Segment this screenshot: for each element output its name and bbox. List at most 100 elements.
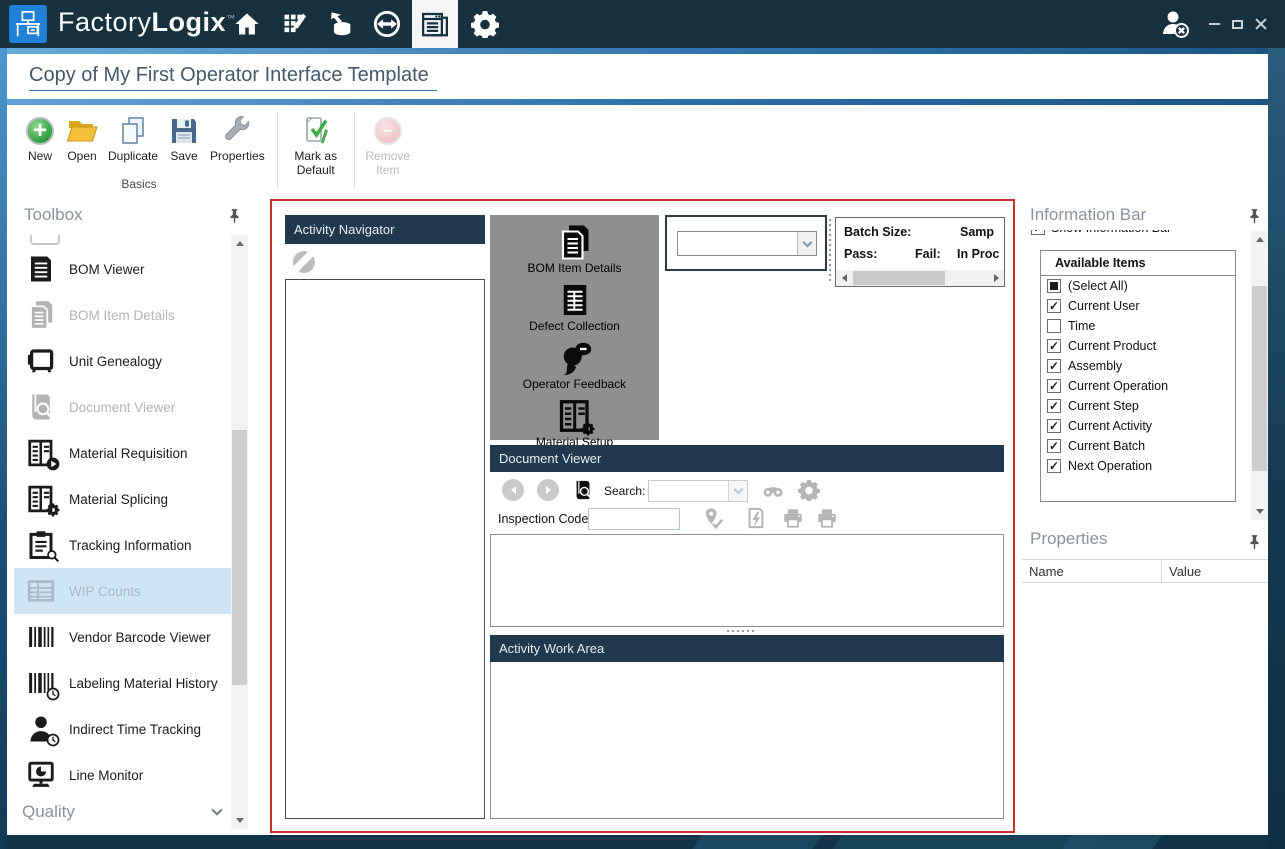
checkbox[interactable] bbox=[1047, 439, 1061, 453]
scroll-down-arrow[interactable] bbox=[1251, 503, 1268, 520]
pin-check-icon[interactable] bbox=[702, 507, 724, 529]
material-setup-icon bbox=[557, 398, 593, 434]
nav-settings-button[interactable] bbox=[462, 0, 508, 48]
column-header-name[interactable]: Name bbox=[1022, 560, 1162, 582]
printer-icon[interactable] bbox=[816, 507, 838, 529]
designer-canvas[interactable]: Activity Navigator BOM Item Details Defe… bbox=[270, 199, 1015, 833]
toolbox-item-material-requisition[interactable]: Material Requisition bbox=[14, 430, 231, 476]
toolbox-item-line-monitor[interactable]: Line Monitor bbox=[14, 752, 231, 798]
nav-production-button[interactable] bbox=[272, 0, 318, 48]
back-button[interactable] bbox=[502, 479, 524, 501]
widget-dropdown[interactable] bbox=[677, 231, 817, 256]
item-current-step[interactable]: Current Step bbox=[1041, 396, 1235, 416]
batch-panel-hscrollbar[interactable] bbox=[836, 270, 1004, 286]
checkbox[interactable] bbox=[1047, 319, 1061, 333]
checkbox[interactable] bbox=[1047, 379, 1061, 393]
toolbox-item-labeling-material-history[interactable]: Labeling Material History bbox=[14, 660, 231, 706]
forward-button[interactable] bbox=[537, 479, 559, 501]
item-current-batch[interactable]: Current Batch bbox=[1041, 436, 1235, 456]
document-lightning-icon[interactable] bbox=[745, 507, 767, 529]
user-logout-button[interactable] bbox=[1155, 0, 1195, 48]
checkbox[interactable] bbox=[1047, 419, 1061, 433]
search-combobox[interactable] bbox=[648, 480, 748, 502]
save-button[interactable]: Save bbox=[163, 112, 205, 167]
checkbox[interactable] bbox=[1047, 399, 1061, 413]
item-assembly[interactable]: Assembly bbox=[1041, 356, 1235, 376]
document-search-icon[interactable] bbox=[572, 479, 594, 501]
checkbox[interactable] bbox=[1047, 459, 1061, 473]
item-select-all[interactable]: (Select All) bbox=[1041, 276, 1235, 296]
remove-item-button[interactable]: – Remove Item bbox=[362, 112, 414, 181]
printer-icon[interactable] bbox=[782, 507, 804, 529]
properties-pin-icon[interactable] bbox=[1249, 535, 1260, 555]
toolbox-item-document-viewer[interactable]: Document Viewer bbox=[14, 384, 231, 430]
dropdown-button[interactable] bbox=[797, 232, 816, 255]
scroll-up-arrow[interactable] bbox=[1251, 231, 1268, 248]
toolbox-section-quality[interactable]: Quality bbox=[14, 797, 231, 827]
toolbox-item-bom-item-details[interactable]: BOM Item Details bbox=[14, 292, 231, 338]
maximize-button[interactable] bbox=[1226, 14, 1248, 34]
scrollbar-thumb[interactable] bbox=[1252, 286, 1267, 471]
scroll-right-arrow[interactable] bbox=[988, 270, 1004, 286]
toolbox-item-tracking-information[interactable]: Tracking Information bbox=[14, 522, 231, 568]
checkbox[interactable] bbox=[1047, 359, 1061, 373]
splitter-handle-vertical[interactable] bbox=[828, 219, 832, 283]
widget-operator-feedback[interactable]: Operator Feedback bbox=[490, 340, 659, 391]
document-viewer-body bbox=[490, 534, 1004, 627]
show-information-bar-row-clipped[interactable]: Show Information Bar bbox=[1031, 230, 1231, 241]
toolbox-item-wip-counts[interactable]: WIP Counts bbox=[14, 568, 231, 614]
scroll-up-arrow[interactable] bbox=[231, 235, 248, 252]
toolbox-pin-icon[interactable] bbox=[229, 209, 240, 229]
item-current-operation[interactable]: Current Operation bbox=[1041, 376, 1235, 396]
information-bar-pin-icon[interactable] bbox=[1249, 209, 1260, 229]
toolbox-item-vendor-barcode-viewer[interactable]: Vendor Barcode Viewer bbox=[14, 614, 231, 660]
activity-work-area-widget[interactable]: Activity Work Area bbox=[490, 635, 1004, 819]
properties-button[interactable]: Properties bbox=[205, 112, 270, 167]
item-time[interactable]: Time bbox=[1041, 316, 1235, 336]
column-header-value[interactable]: Value bbox=[1162, 560, 1268, 582]
mark-as-default-button[interactable]: Mark as Default bbox=[285, 112, 347, 181]
activity-navigator-widget[interactable]: Activity Navigator bbox=[285, 215, 485, 819]
scroll-down-arrow[interactable] bbox=[231, 812, 248, 829]
scroll-left-arrow[interactable] bbox=[836, 270, 852, 286]
item-current-activity[interactable]: Current Activity bbox=[1041, 416, 1235, 436]
nav-templates-button-active[interactable] bbox=[412, 0, 458, 48]
batch-info-widget[interactable]: Batch Size: Samp Pass: Fail: In Proc bbox=[835, 217, 1005, 287]
dropdown-widget-frame[interactable] bbox=[665, 215, 827, 271]
open-button[interactable]: Open bbox=[61, 112, 103, 167]
chevron-down-icon bbox=[733, 485, 743, 495]
settings-gear-icon bbox=[471, 10, 499, 38]
toolbox-item-bom-viewer[interactable]: BOM Viewer bbox=[14, 246, 231, 292]
toolbox-item-material-splicing[interactable]: Material Splicing bbox=[14, 476, 231, 522]
information-bar-scrollbar[interactable] bbox=[1251, 231, 1268, 520]
binoculars-icon[interactable] bbox=[762, 480, 784, 502]
nav-home-button[interactable] bbox=[224, 0, 270, 48]
toolbox-scrollbar[interactable] bbox=[231, 235, 248, 829]
checkbox[interactable] bbox=[1047, 339, 1061, 353]
new-button[interactable]: + New bbox=[19, 112, 61, 167]
widget-material-setup[interactable]: Material Setup bbox=[490, 398, 659, 449]
item-current-product[interactable]: Current Product bbox=[1041, 336, 1235, 356]
close-button[interactable] bbox=[1250, 14, 1272, 34]
widget-defect-collection[interactable]: Defect Collection bbox=[490, 282, 659, 333]
toolbox-item-unit-genealogy[interactable]: Unit Genealogy bbox=[14, 338, 231, 384]
splitter-handle-horizontal[interactable] bbox=[727, 629, 757, 633]
show-information-bar-checkbox[interactable] bbox=[1031, 230, 1045, 235]
checkbox[interactable] bbox=[1047, 299, 1061, 313]
item-current-user[interactable]: Current User bbox=[1041, 296, 1235, 316]
scrollbar-thumb[interactable] bbox=[853, 271, 945, 285]
widget-bom-item-details[interactable]: BOM Item Details bbox=[490, 224, 659, 275]
nav-sync-button[interactable] bbox=[364, 0, 410, 48]
inspection-code-input[interactable] bbox=[588, 508, 680, 530]
scrollbar-thumb[interactable] bbox=[232, 430, 247, 685]
checkbox[interactable] bbox=[1047, 279, 1061, 293]
nav-data-import-button[interactable] bbox=[318, 0, 364, 48]
duplicate-button[interactable]: Duplicate bbox=[103, 112, 163, 167]
item-next-operation[interactable]: Next Operation bbox=[1041, 456, 1235, 476]
dropdown-button[interactable] bbox=[728, 481, 747, 501]
toolbox-item-indirect-time-tracking[interactable]: Indirect Time Tracking bbox=[14, 706, 231, 752]
template-name-field[interactable]: Copy of My First Operator Interface Temp… bbox=[29, 64, 437, 91]
minimize-button[interactable] bbox=[1203, 14, 1225, 34]
document-viewer-widget[interactable]: Document Viewer Search: Inspection Code bbox=[490, 445, 1004, 627]
gear-icon[interactable] bbox=[798, 479, 820, 501]
